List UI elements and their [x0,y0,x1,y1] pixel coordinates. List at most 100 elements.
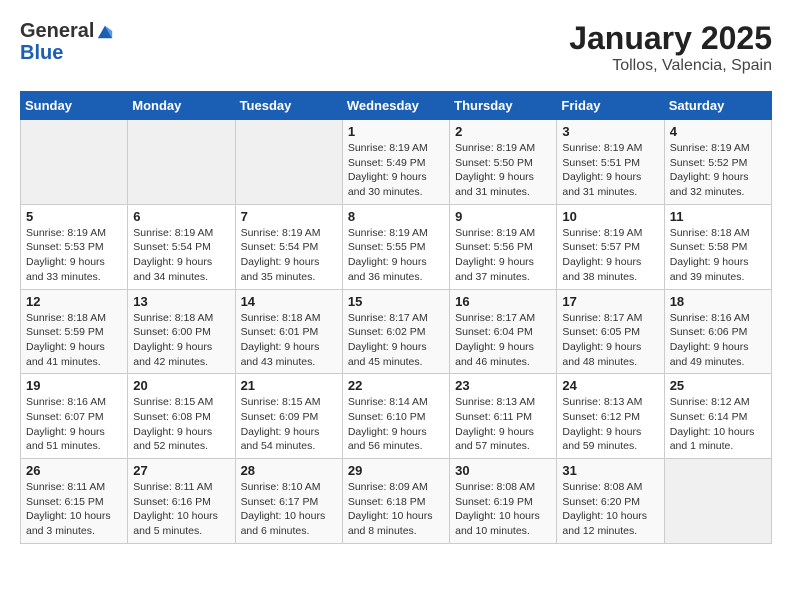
day-cell: 7Sunrise: 8:19 AM Sunset: 5:54 PM Daylig… [235,204,342,289]
calendar-table: Sunday Monday Tuesday Wednesday Thursday… [20,91,772,544]
header-tuesday: Tuesday [235,92,342,120]
header-monday: Monday [128,92,235,120]
day-cell: 18 Sunrise: 8:16 AM Sunset: 6:06 PM Dayli… [664,289,771,374]
day-cell [21,120,128,205]
day-info: Sunrise: 8:15 AM Sunset: 6:09 PM Dayligh… [241,395,337,454]
day-info: Sunrise: 8:09 AM Sunset: 6:18 PM Dayligh… [348,480,444,539]
day-number: 31 [562,463,658,478]
day-number: 7 [241,209,337,224]
day-number: 26 [26,463,122,478]
day-cell: 10 Sunrise: 8:19 AM Sunset: 5:57 PM Dayli… [557,204,664,289]
day-cell: 30 Sunrise: 8:08 AM Sunset: 6:19 PM Dayli… [450,459,557,544]
day-info: Sunrise: 8:18 AM Sunset: 6:00 PM Dayligh… [133,311,229,370]
day-info: Sunrise: 8:13 AM Sunset: 6:12 PM Dayligh… [562,395,658,454]
day-cell [664,459,771,544]
day-number: 17 [562,294,658,309]
title-block: January 2025 Tollos, Valencia, Spain [569,20,772,75]
day-info: Sunrise: 8:18 AM Sunset: 5:58 PM Dayligh… [670,226,766,285]
logo: General Blue [20,20,120,64]
page-header: General Blue January 2025 Tollos, Valenc… [20,20,772,75]
day-cell: 31Sunrise: 8:08 AM Sunset: 6:20 PM Dayli… [557,459,664,544]
calendar-header: Sunday Monday Tuesday Wednesday Thursday… [21,92,772,120]
day-number: 4 [670,124,766,139]
day-info: Sunrise: 8:10 AM Sunset: 6:17 PM Dayligh… [241,480,337,539]
day-cell: 26 Sunrise: 8:11 AM Sunset: 6:15 PM Dayli… [21,459,128,544]
day-cell: 14Sunrise: 8:18 AM Sunset: 6:01 PM Dayli… [235,289,342,374]
day-number: 14 [241,294,337,309]
day-number: 28 [241,463,337,478]
day-cell: 28 Sunrise: 8:10 AM Sunset: 6:17 PM Dayli… [235,459,342,544]
day-info: Sunrise: 8:19 AM Sunset: 5:51 PM Dayligh… [562,141,658,200]
day-number: 16 [455,294,551,309]
calendar-subtitle: Tollos, Valencia, Spain [569,57,772,75]
week-row-3: 19Sunrise: 8:16 AM Sunset: 6:07 PM Dayli… [21,374,772,459]
day-number: 5 [26,209,122,224]
week-row-2: 12Sunrise: 8:18 AM Sunset: 5:59 PM Dayli… [21,289,772,374]
day-info: Sunrise: 8:19 AM Sunset: 5:56 PM Dayligh… [455,226,551,285]
day-number: 18 [670,294,766,309]
day-cell: 2 Sunrise: 8:19 AM Sunset: 5:50 PM Daylig… [450,120,557,205]
day-number: 21 [241,378,337,393]
day-number: 24 [562,378,658,393]
day-cell: 13 Sunrise: 8:18 AM Sunset: 6:00 PM Dayli… [128,289,235,374]
day-number: 6 [133,209,229,224]
day-info: Sunrise: 8:17 AM Sunset: 6:02 PM Dayligh… [348,311,444,370]
day-cell: 5 Sunrise: 8:19 AM Sunset: 5:53 PM Daylig… [21,204,128,289]
logo-text: General Blue [20,20,120,64]
day-number: 30 [455,463,551,478]
day-number: 29 [348,463,444,478]
header-saturday: Saturday [664,92,771,120]
day-number: 10 [562,209,658,224]
day-info: Sunrise: 8:17 AM Sunset: 6:05 PM Dayligh… [562,311,658,370]
day-number: 12 [26,294,122,309]
day-cell: 29 Sunrise: 8:09 AM Sunset: 6:18 PM Dayli… [342,459,449,544]
day-cell: 15Sunrise: 8:17 AM Sunset: 6:02 PM Dayli… [342,289,449,374]
day-number: 13 [133,294,229,309]
week-row-4: 26 Sunrise: 8:11 AM Sunset: 6:15 PM Dayli… [21,459,772,544]
day-number: 2 [455,124,551,139]
day-info: Sunrise: 8:19 AM Sunset: 5:52 PM Dayligh… [670,141,766,200]
header-wednesday: Wednesday [342,92,449,120]
day-number: 3 [562,124,658,139]
logo-icon [96,22,114,40]
day-number: 22 [348,378,444,393]
day-info: Sunrise: 8:19 AM Sunset: 5:53 PM Dayligh… [26,226,122,285]
day-number: 11 [670,209,766,224]
day-info: Sunrise: 8:11 AM Sunset: 6:16 PM Dayligh… [133,480,229,539]
week-row-1: 5 Sunrise: 8:19 AM Sunset: 5:53 PM Daylig… [21,204,772,289]
day-cell: 17 Sunrise: 8:17 AM Sunset: 6:05 PM Dayli… [557,289,664,374]
day-info: Sunrise: 8:19 AM Sunset: 5:57 PM Dayligh… [562,226,658,285]
day-cell: 16Sunrise: 8:17 AM Sunset: 6:04 PM Dayli… [450,289,557,374]
week-row-0: 1Sunrise: 8:19 AM Sunset: 5:49 PM Daylig… [21,120,772,205]
day-info: Sunrise: 8:19 AM Sunset: 5:54 PM Dayligh… [133,226,229,285]
day-number: 19 [26,378,122,393]
day-info: Sunrise: 8:16 AM Sunset: 6:06 PM Dayligh… [670,311,766,370]
day-info: Sunrise: 8:19 AM Sunset: 5:50 PM Dayligh… [455,141,551,200]
day-info: Sunrise: 8:08 AM Sunset: 6:19 PM Dayligh… [455,480,551,539]
day-cell: 3 Sunrise: 8:19 AM Sunset: 5:51 PM Daylig… [557,120,664,205]
day-info: Sunrise: 8:12 AM Sunset: 6:14 PM Dayligh… [670,395,766,454]
header-friday: Friday [557,92,664,120]
day-cell: 23Sunrise: 8:13 AM Sunset: 6:11 PM Dayli… [450,374,557,459]
day-cell: 19Sunrise: 8:16 AM Sunset: 6:07 PM Dayli… [21,374,128,459]
day-info: Sunrise: 8:15 AM Sunset: 6:08 PM Dayligh… [133,395,229,454]
header-sunday: Sunday [21,92,128,120]
day-cell: 12Sunrise: 8:18 AM Sunset: 5:59 PM Dayli… [21,289,128,374]
day-info: Sunrise: 8:13 AM Sunset: 6:11 PM Dayligh… [455,395,551,454]
day-cell: 25 Sunrise: 8:12 AM Sunset: 6:14 PM Dayli… [664,374,771,459]
day-number: 8 [348,209,444,224]
day-number: 9 [455,209,551,224]
calendar-title: January 2025 [569,20,772,57]
day-info: Sunrise: 8:11 AM Sunset: 6:15 PM Dayligh… [26,480,122,539]
day-number: 27 [133,463,229,478]
day-cell: 8Sunrise: 8:19 AM Sunset: 5:55 PM Daylig… [342,204,449,289]
day-cell: 22 Sunrise: 8:14 AM Sunset: 6:10 PM Dayli… [342,374,449,459]
day-cell: 1Sunrise: 8:19 AM Sunset: 5:49 PM Daylig… [342,120,449,205]
day-info: Sunrise: 8:14 AM Sunset: 6:10 PM Dayligh… [348,395,444,454]
day-number: 25 [670,378,766,393]
logo-blue: Blue [20,42,120,64]
day-cell: 11 Sunrise: 8:18 AM Sunset: 5:58 PM Dayli… [664,204,771,289]
header-thursday: Thursday [450,92,557,120]
calendar-body: 1Sunrise: 8:19 AM Sunset: 5:49 PM Daylig… [21,120,772,544]
day-cell: 6 Sunrise: 8:19 AM Sunset: 5:54 PM Daylig… [128,204,235,289]
